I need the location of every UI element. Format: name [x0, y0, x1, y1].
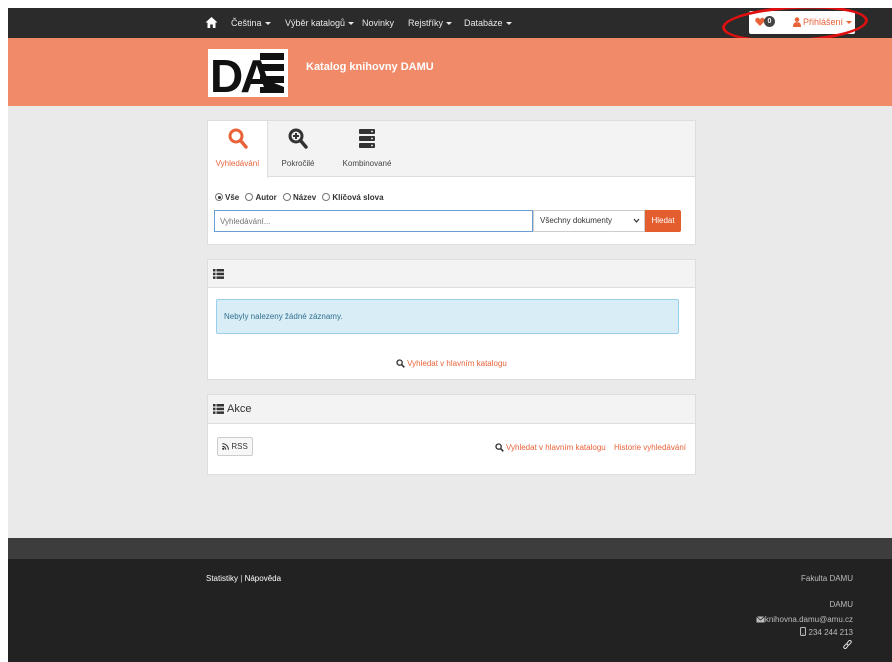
phone-icon	[799, 627, 806, 636]
nav-news-label: Novinky	[362, 18, 395, 28]
rss-label: RSS	[231, 442, 248, 451]
search-icon	[495, 443, 504, 452]
nav-indexes[interactable]: Rejstříky	[408, 8, 453, 38]
results-header	[208, 260, 695, 288]
nav-language[interactable]: Čeština	[231, 8, 271, 38]
zoom-in-icon	[288, 128, 308, 149]
radio-all-label: Vše	[225, 193, 240, 202]
search-main-catalog-link[interactable]: Vyhledat v hlavním katalogu	[506, 443, 606, 452]
footer: Statistiky | Nápověda Fakulta DAMU DAMU …	[8, 559, 892, 662]
radio-button[interactable]	[283, 193, 292, 201]
tab-combined-search-label: Kombinované	[342, 159, 392, 168]
list-icon	[213, 269, 224, 279]
document-type-select[interactable]: Všechny dokumenty	[533, 210, 645, 232]
footer-phone: 234 244 213	[799, 627, 854, 637]
chevron-down-icon	[348, 22, 355, 26]
chevron-down-icon	[505, 22, 512, 26]
radio-title[interactable]: Název	[283, 193, 316, 202]
search-main-catalog-label: Vyhledat v hlavním katalogu	[407, 359, 507, 368]
server-stack-icon	[359, 129, 375, 148]
chevron-down-icon	[264, 22, 271, 26]
radio-keywords-label: Klíčová slova	[332, 193, 384, 202]
radio-title-label: Název	[293, 193, 317, 202]
tab-combined-search[interactable]: Kombinované	[334, 121, 400, 177]
footer-strip	[8, 538, 892, 559]
radio-all[interactable]: Vše	[215, 193, 239, 202]
tab-advanced-search[interactable]: Pokročilé	[270, 121, 326, 177]
radio-author-label: Autor	[255, 193, 277, 202]
nav-catalog-select-label: Výběr katalogů	[285, 18, 346, 28]
help-link[interactable]: Nápověda	[245, 574, 281, 583]
search-input[interactable]	[214, 210, 533, 232]
search-icon	[396, 359, 405, 368]
nav-language-label: Čeština	[231, 18, 262, 28]
radio-keywords[interactable]: Klíčová slova	[322, 193, 384, 202]
browser-viewport: Čeština Výběr katalogů Novinky Rejstříky…	[8, 8, 892, 662]
link-icon[interactable]	[843, 640, 852, 649]
actions-header: Akce	[208, 395, 695, 424]
site-header: DA Katalog knihovny DAMU	[8, 38, 892, 106]
tab-basic-search-label: Vyhledávání	[215, 159, 260, 168]
search-history-link[interactable]: Historie vyhledávání	[614, 443, 686, 452]
radio-button[interactable]	[322, 193, 331, 201]
results-panel: Nebyly nalezeny žádné záznamy. Vyhledat …	[207, 259, 696, 380]
search-button[interactable]: Hledat	[645, 210, 681, 232]
nav-catalog-select[interactable]: Výběr katalogů	[285, 8, 355, 38]
actions-links: Vyhledat v hlavním katalogu Historie vyh…	[495, 443, 686, 452]
search-panel: Vyhledávání Pokročilé Kombinované Vše Au…	[207, 120, 696, 245]
nav-databases-label: Databáze	[464, 18, 503, 28]
footer-email[interactable]: knihovna.damu@amu.cz	[756, 615, 853, 624]
top-navbar: Čeština Výběr katalogů Novinky Rejstříky…	[8, 8, 892, 46]
search-scope-radios: Vše Autor Název Klíčová slova	[215, 193, 388, 202]
no-results-alert: Nebyly nalezeny žádné záznamy.	[216, 299, 679, 334]
footer-org: DAMU	[829, 600, 853, 609]
search-main-catalog-link[interactable]: Vyhledat v hlavním katalogu	[208, 359, 695, 368]
home-icon[interactable]	[205, 16, 218, 29]
search-icon	[228, 128, 248, 149]
radio-author[interactable]: Autor	[245, 193, 277, 202]
radio-button[interactable]	[245, 193, 254, 201]
rss-button[interactable]: RSS	[217, 437, 253, 456]
document-type-value: Všechny dokumenty	[540, 216, 613, 225]
radio-button-checked[interactable]	[215, 193, 223, 201]
footer-separator: |	[240, 574, 243, 583]
actions-title: Akce	[227, 403, 252, 415]
list-icon	[213, 404, 224, 414]
footer-phone-text: 234 244 213	[808, 628, 854, 637]
footer-faculty: Fakulta DAMU	[800, 574, 853, 583]
actions-panel: Akce RSS Vyhledat v hlavním katalogu His…	[207, 394, 696, 475]
footer-links: Statistiky | Nápověda	[206, 574, 281, 583]
envelope-icon	[756, 616, 765, 623]
tab-basic-search[interactable]: Vyhledávání	[208, 121, 268, 178]
nav-indexes-label: Rejstříky	[408, 18, 444, 28]
footer-email-text: knihovna.damu@amu.cz	[764, 615, 853, 624]
nav-databases[interactable]: Databáze	[464, 8, 512, 38]
search-tabs: Vyhledávání Pokročilé Kombinované	[208, 121, 695, 178]
rss-icon	[222, 443, 230, 450]
statistics-link[interactable]: Statistiky	[206, 574, 238, 583]
chevron-down-icon	[633, 218, 640, 223]
page-title: Katalog knihovny DAMU	[306, 61, 434, 73]
tab-advanced-search-label: Pokročilé	[281, 159, 315, 168]
nav-news[interactable]: Novinky	[362, 8, 394, 38]
damu-logo[interactable]: DA	[208, 49, 288, 97]
chevron-down-icon	[446, 22, 453, 26]
